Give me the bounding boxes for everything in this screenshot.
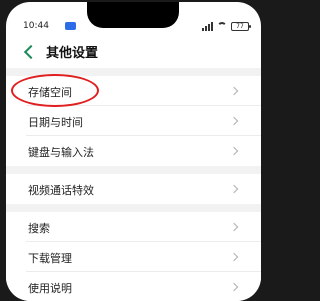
page-header: 其他设置 [6, 40, 261, 68]
chevron-right-icon [229, 184, 239, 194]
battery-icon: 77 [231, 21, 251, 31]
status-time: 10:44 [23, 21, 49, 31]
chevron-right-icon [229, 86, 239, 96]
settings-item-search[interactable]: 搜索 [6, 212, 261, 242]
settings-item-label: 键盘与输入法 [28, 146, 94, 159]
section-gap [6, 166, 261, 174]
settings-item-date-time[interactable]: 日期与时间 [6, 106, 261, 136]
camera-notch [87, 2, 179, 28]
settings-item-manual[interactable]: 使用说明 [6, 272, 261, 301]
settings-item-label: 使用说明 [28, 282, 72, 295]
back-icon[interactable] [23, 44, 39, 60]
signal-icon [202, 21, 213, 31]
status-bar: 10:44 77 [6, 2, 261, 32]
settings-item-video-call-effects[interactable]: 视频通话特效 [6, 174, 261, 204]
status-icons: 77 [202, 20, 251, 32]
settings-item-label: 日期与时间 [28, 116, 83, 129]
highlight-circle [11, 74, 99, 107]
settings-item-downloads[interactable]: 下载管理 [6, 242, 261, 272]
settings-item-keyboard[interactable]: 键盘与输入法 [6, 136, 261, 166]
settings-item-label: 视频通话特效 [28, 184, 94, 197]
chevron-right-icon [229, 116, 239, 126]
battery-level: 77 [236, 22, 244, 30]
chevron-right-icon [229, 222, 239, 232]
chevron-right-icon [229, 146, 239, 156]
chevron-right-icon [229, 282, 239, 292]
settings-item-label: 下载管理 [28, 252, 72, 265]
chevron-right-icon [229, 252, 239, 262]
section-gap [6, 204, 261, 212]
wifi-icon [217, 22, 227, 30]
page-title: 其他设置 [46, 46, 99, 61]
notification-icon [65, 22, 76, 30]
settings-item-label: 搜索 [28, 222, 50, 235]
phone-screen: 10:44 77 其他设置 存储空间 日期与时间 键盘与输入法 视频通话特效 搜… [6, 2, 261, 301]
